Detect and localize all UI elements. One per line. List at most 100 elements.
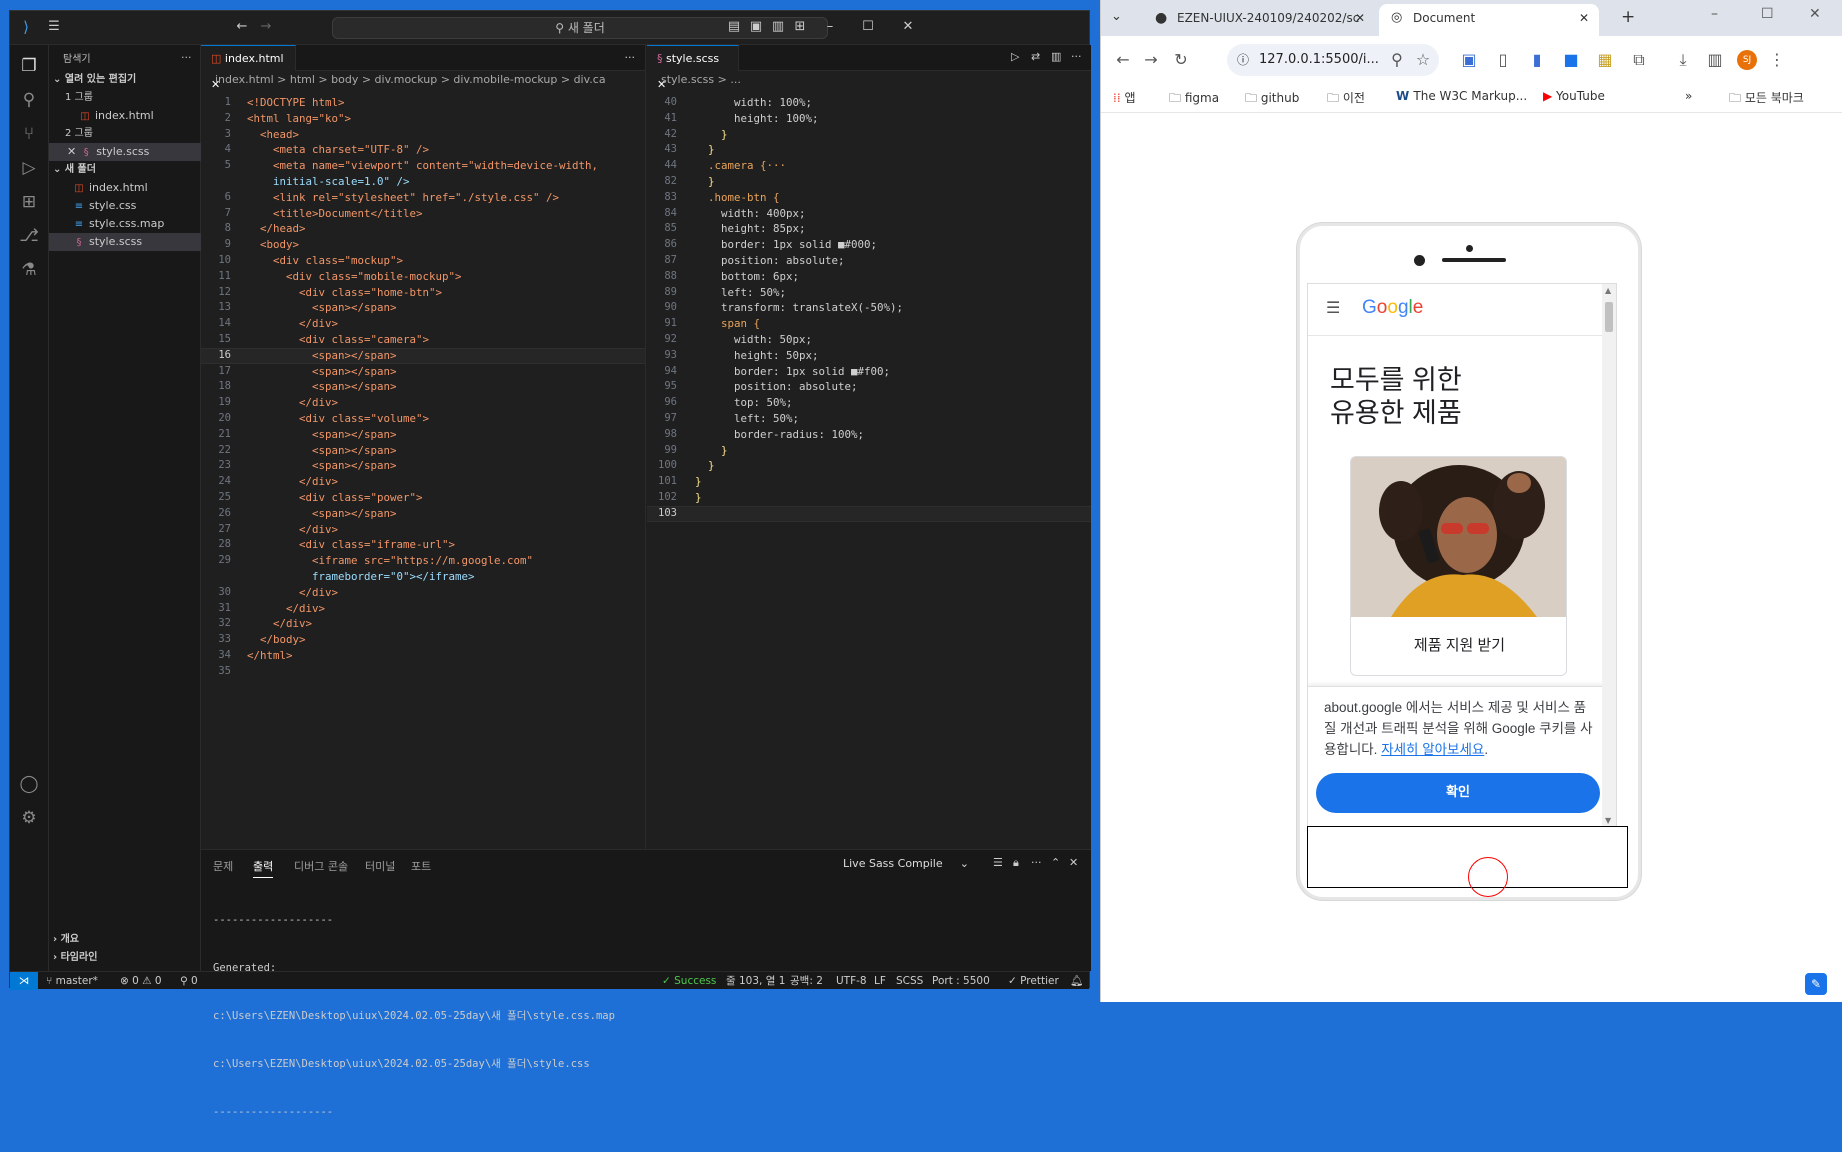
reload-icon[interactable]: ↻ (1171, 50, 1191, 69)
language-status[interactable]: SCSS (896, 972, 923, 990)
site-info-icon[interactable]: ⓘ (1237, 44, 1249, 76)
support-card[interactable]: 제품 지원 받기 (1350, 456, 1567, 676)
live-server-status[interactable]: Port : 5500 (932, 972, 990, 990)
folder-header[interactable]: ⌄ 새 폴더 (49, 161, 201, 179)
compare-icon[interactable]: ⇄ (1031, 50, 1040, 63)
lock-icon[interactable]: 🔒︎ (1013, 856, 1019, 870)
extension-icon[interactable]: ▦ (1595, 50, 1615, 69)
git-graph-icon[interactable]: ⎇ (18, 225, 40, 247)
open-editor-style-scss[interactable]: ✕ § style.scss (49, 143, 201, 161)
more-actions-icon[interactable]: ··· (1071, 50, 1082, 63)
close-icon[interactable]: ✕ (67, 145, 76, 158)
customize-layout-icon[interactable]: ⊞ (792, 19, 808, 35)
extension-icon[interactable]: ▮ (1527, 50, 1547, 69)
tab-debug-console[interactable]: 디버그 콘솔 (294, 858, 348, 874)
close-panel-icon[interactable]: ✕ (1069, 856, 1078, 869)
close-icon[interactable]: ✕ (1809, 6, 1821, 22)
extensions-icon[interactable]: ⊞ (18, 191, 40, 213)
outline-header[interactable]: › 개요 (49, 931, 201, 949)
google-logo[interactable]: Google (1362, 297, 1423, 319)
all-bookmarks[interactable]: 🗀︎ 모든 북마크 (1729, 89, 1804, 110)
toggle-sidebar-icon[interactable]: ▤ (726, 19, 742, 35)
browser-tab-document[interactable]: ◎ Document ✕ (1379, 4, 1599, 36)
timeline-header[interactable]: › 타임라인 (49, 949, 201, 967)
bookmark-figma[interactable]: 🗀︎ figma (1169, 89, 1219, 110)
hamburger-menu-icon[interactable]: ☰ (1326, 298, 1340, 317)
tab-output[interactable]: 출력 (253, 858, 274, 878)
menu-icon[interactable]: ⋮ (1767, 50, 1787, 69)
tab-index-html[interactable]: ◫ index.html ✕ (201, 45, 296, 91)
remote-icon[interactable]: ⚗ (18, 259, 40, 281)
tab-style-scss[interactable]: § style.scss ✕ (647, 45, 739, 91)
output-channel-select[interactable]: Live Sass Compile ⌄ (837, 855, 975, 873)
close-tab-icon[interactable]: ✕ (1355, 4, 1365, 32)
minimize-icon[interactable]: – (822, 19, 838, 35)
download-icon[interactable]: ⤓ (1673, 50, 1693, 70)
tab-ports[interactable]: 포트 (411, 858, 431, 874)
minimize-icon[interactable]: – (1711, 6, 1718, 22)
remote-indicator-icon[interactable]: ⋊ (10, 972, 38, 990)
scroll-down-icon[interactable]: ▼ (1605, 816, 1611, 825)
run-icon[interactable]: ▷ (1011, 50, 1019, 63)
source-control-icon[interactable]: ⑂ (18, 123, 40, 145)
bookmark-w3c[interactable]: W The W3C Markup... (1396, 89, 1527, 103)
prettier-status[interactable]: ✓ Prettier (1008, 972, 1059, 990)
tab-search-icon[interactable]: ⌄ (1111, 9, 1122, 24)
file-style-css[interactable]: ≡ style.css (49, 197, 201, 215)
close-tab-icon[interactable]: ✕ (1579, 4, 1589, 32)
extensions-puzzle-icon[interactable]: ⧉ (1629, 50, 1649, 70)
profile-avatar[interactable]: SJ (1737, 50, 1757, 70)
search-icon[interactable]: ⚲ (18, 89, 40, 111)
close-icon[interactable]: ✕ (900, 19, 916, 35)
more-bookmarks-icon[interactable]: » (1685, 89, 1692, 103)
cursor-position[interactable]: 줄 103, 열 1 (726, 972, 785, 990)
menu-icon[interactable]: ☰ (46, 19, 62, 35)
explorer-icon[interactable]: ❐ (18, 55, 40, 77)
toggle-panel-icon[interactable]: ▣ (748, 19, 764, 35)
sass-success-status[interactable]: ✓ Success (662, 972, 716, 990)
home-button[interactable] (1307, 826, 1628, 897)
back-arrow-icon[interactable]: ← (234, 19, 250, 35)
scroll-up-icon[interactable]: ▲ (1605, 286, 1611, 295)
browser-tab-github[interactable]: ● EZEN-UIUX-240109/240202/sc ✕ (1143, 4, 1375, 36)
list-icon[interactable]: ☰ (993, 856, 1003, 869)
file-style-scss[interactable]: § style.scss (49, 233, 201, 251)
problems-status[interactable]: ⊗ 0 ⚠ 0 (120, 972, 162, 990)
run-debug-icon[interactable]: ▷ (18, 157, 40, 179)
split-editor-icon[interactable]: ▥ (1051, 50, 1061, 63)
confirm-button[interactable]: 확인 (1316, 773, 1600, 813)
more-actions-icon[interactable]: ··· (625, 51, 636, 64)
iframe-google[interactable]: ☰ Google 모두를 위한 유용한 제품 제품 지원 받기 about.go… (1307, 283, 1617, 827)
breadcrumb[interactable]: style.scss > ... (647, 71, 1091, 89)
extension-icon[interactable]: ▯ (1493, 50, 1513, 69)
file-style-css-map[interactable]: ≡ style.css.map (49, 215, 201, 233)
open-editor-index-html[interactable]: ◫ index.html (49, 107, 201, 125)
settings-gear-icon[interactable]: ⚙ (18, 807, 40, 829)
account-icon[interactable]: ◯ (18, 773, 40, 795)
new-tab-icon[interactable]: + (1621, 7, 1635, 27)
scrollbar-thumb[interactable] (1605, 302, 1613, 332)
bookmark-github[interactable]: 🗀︎ github (1245, 89, 1299, 110)
bookmark-youtube[interactable]: ▶ YouTube (1543, 89, 1605, 103)
scrollbar[interactable]: ▲ ▼ (1602, 284, 1616, 826)
notifications-bell-icon[interactable]: 🔔︎ (1070, 972, 1083, 990)
tab-problems[interactable]: 문제 (213, 858, 233, 874)
forward-arrow-icon[interactable]: → (258, 19, 274, 35)
zoom-icon[interactable]: ⚲ (1387, 50, 1407, 69)
address-bar[interactable]: ⓘ 127.0.0.1:5500/i... (1227, 44, 1439, 76)
extension-icon[interactable]: ▣ (1459, 50, 1479, 69)
eyedropper-icon[interactable]: ✎ (1805, 973, 1827, 995)
support-link[interactable]: 제품 지원 받기 (1351, 617, 1566, 675)
encoding-status[interactable]: UTF-8 (836, 972, 867, 990)
file-index-html[interactable]: ◫ index.html (49, 179, 201, 197)
eol-status[interactable]: LF (874, 972, 886, 990)
more-actions-icon[interactable]: ··· (1031, 856, 1042, 869)
side-panel-icon[interactable]: ▥ (1705, 50, 1725, 69)
breadcrumb[interactable]: index.html > html > body > div.mockup > … (201, 71, 645, 89)
indent-status[interactable]: 공백: 2 (790, 972, 823, 990)
bookmark-star-icon[interactable]: ☆ (1413, 50, 1433, 69)
tab-terminal[interactable]: 터미널 (365, 858, 395, 874)
bookmark-apps[interactable]: ⁞⁞ 앱 (1113, 89, 1136, 106)
maximize-panel-icon[interactable]: ⌃ (1051, 856, 1060, 869)
maximize-icon[interactable]: ☐ (1761, 6, 1774, 22)
